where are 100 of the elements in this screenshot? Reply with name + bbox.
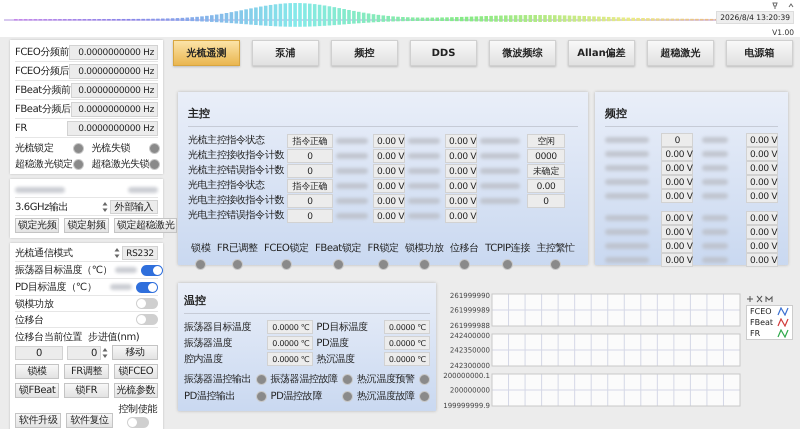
value-field: 0.00 V: [746, 189, 778, 203]
blurred-label: [336, 168, 368, 174]
lamp-label: 超稳激光失锁: [92, 158, 150, 171]
value-field: 0: [527, 194, 565, 208]
lamp-label: 超稳激光锁定: [15, 158, 73, 171]
blurred-label: [702, 137, 728, 143]
legend-label: FBeat: [750, 318, 774, 327]
value-field: 0.00 V: [746, 225, 778, 239]
frequency-field: 0.0000000000 Hz: [69, 44, 158, 60]
value-field: 0.0000 ℃: [267, 320, 314, 334]
blurred-label: [408, 152, 440, 158]
output-field[interactable]: 外部输入: [110, 200, 158, 214]
toggle-switch[interactable]: [136, 314, 158, 325]
value-field: 0: [287, 164, 333, 178]
value-field: 0: [287, 208, 333, 222]
frequency-field: 0.0000000000 Hz: [69, 64, 158, 78]
lamp-label: PD温控输出: [184, 390, 236, 403]
value-field: 指令正确: [287, 178, 333, 192]
nav-tab[interactable]: 电源箱: [726, 40, 793, 66]
blurred-label: [605, 229, 649, 235]
value-field: 0.00 V: [661, 211, 694, 225]
value-field: 0.00 V: [661, 147, 694, 161]
value-field: 0.00 V: [445, 178, 477, 192]
position-label: 位移台当前位置: [15, 330, 82, 344]
action-button[interactable]: 锁模: [15, 364, 60, 379]
legend-label: FCEO: [750, 307, 772, 316]
lock-button[interactable]: 锁定射频: [64, 218, 109, 233]
value-field: 0.00 V: [373, 148, 405, 162]
value-field: 0.00 V: [746, 175, 778, 189]
lamp-label: 热沉温度故障: [357, 390, 415, 403]
row-label: 振荡器温度: [184, 336, 234, 350]
blurred-label: [702, 193, 728, 199]
plot-tools-icon[interactable]: [746, 295, 774, 303]
toggle-switch[interactable]: [136, 298, 158, 309]
blurred-label: [702, 215, 728, 221]
lamp-label: PD温控故障: [270, 390, 322, 403]
switch-label: 位移台: [15, 314, 44, 326]
nav-tab[interactable]: 泵浦: [252, 40, 319, 66]
comm-mode-field[interactable]: RS232: [122, 246, 158, 260]
frequency-label: FBeat分频后: [15, 102, 71, 116]
blurred-label: [702, 257, 728, 263]
nav-tab[interactable]: 光梳遥测: [173, 40, 240, 66]
toggle-switch[interactable]: [141, 264, 164, 276]
blurred-label: [480, 182, 520, 188]
value-field: 0.00 V: [373, 134, 405, 148]
action-button[interactable]: 软件复位: [66, 413, 113, 428]
caret-up-icon[interactable]: [788, 2, 794, 9]
action-button[interactable]: 锁FR: [64, 383, 109, 398]
action-button[interactable]: 光梳参数: [114, 383, 158, 398]
row-label: 振荡器目标温度: [184, 320, 252, 334]
pin-icon[interactable]: [772, 2, 778, 9]
action-button[interactable]: 锁FBeat: [15, 383, 60, 398]
action-button[interactable]: FR调整: [64, 364, 109, 379]
nav-tab[interactable]: 超稳激光: [647, 40, 714, 66]
spinner-arrows-icon[interactable]: [102, 346, 108, 358]
output-label: 3.6GHz输出: [15, 200, 68, 214]
action-button[interactable]: 软件升级: [15, 413, 62, 428]
value-field: 空闲: [527, 134, 565, 148]
spinner-arrows-icon[interactable]: [114, 247, 120, 259]
move-button[interactable]: 移动: [112, 345, 158, 360]
value-field: 0.00 V: [373, 208, 405, 222]
value-field: 0.00 V: [746, 253, 778, 267]
row-label: PD温度: [316, 336, 350, 350]
value-field: 0.00 V: [746, 211, 778, 225]
nav-tab[interactable]: 微波频综: [489, 40, 556, 66]
value-field: 0.00 V: [445, 194, 477, 208]
lock-button[interactable]: 锁定光频: [15, 218, 60, 233]
blurred-label: [702, 165, 728, 171]
blurred-label: [702, 229, 728, 235]
lock-button[interactable]: 锁定超稳激光: [114, 218, 178, 233]
lamp-label: 主控繁忙: [536, 242, 575, 255]
blurred-label: [336, 152, 368, 158]
value-field: 0.00 V: [661, 161, 694, 175]
blurred-label: [480, 168, 520, 174]
nav-tab[interactable]: DDS: [410, 40, 477, 66]
blurred-label: [408, 182, 440, 188]
action-button[interactable]: 锁FCEO: [114, 364, 158, 379]
blurred-label: [605, 257, 649, 263]
legend-label: FR: [750, 329, 760, 338]
lamp-label: 位移台: [450, 242, 479, 255]
value-field: 0.00 V: [445, 208, 477, 222]
blurred-label: [480, 198, 520, 204]
toggle-switch[interactable]: [136, 282, 158, 292]
row-label: 光梳主控错误指令计数: [188, 164, 284, 178]
spinner-arrows-icon[interactable]: [102, 200, 108, 212]
nav-tab[interactable]: Allan偏差: [568, 40, 635, 66]
value-field: 0.00 V: [661, 239, 694, 253]
nav-tab[interactable]: 频控: [331, 40, 398, 66]
lamp-label: 光梳锁定: [15, 142, 54, 155]
value-field: 未确定: [527, 164, 565, 178]
value-field: 0.0000 ℃: [267, 352, 314, 366]
lamp-label: 锁模功放: [405, 242, 444, 255]
panel-title: 主控: [188, 100, 578, 127]
step-field[interactable]: 0: [67, 346, 101, 360]
blurred-label: [336, 198, 368, 204]
toggle-switch[interactable]: [126, 417, 149, 428]
lamp-label: 光梳失锁: [92, 142, 130, 155]
panel-title: 温控: [184, 287, 430, 314]
lamp-label: FBeat锁定: [315, 242, 362, 255]
blurred-label: [702, 179, 728, 185]
